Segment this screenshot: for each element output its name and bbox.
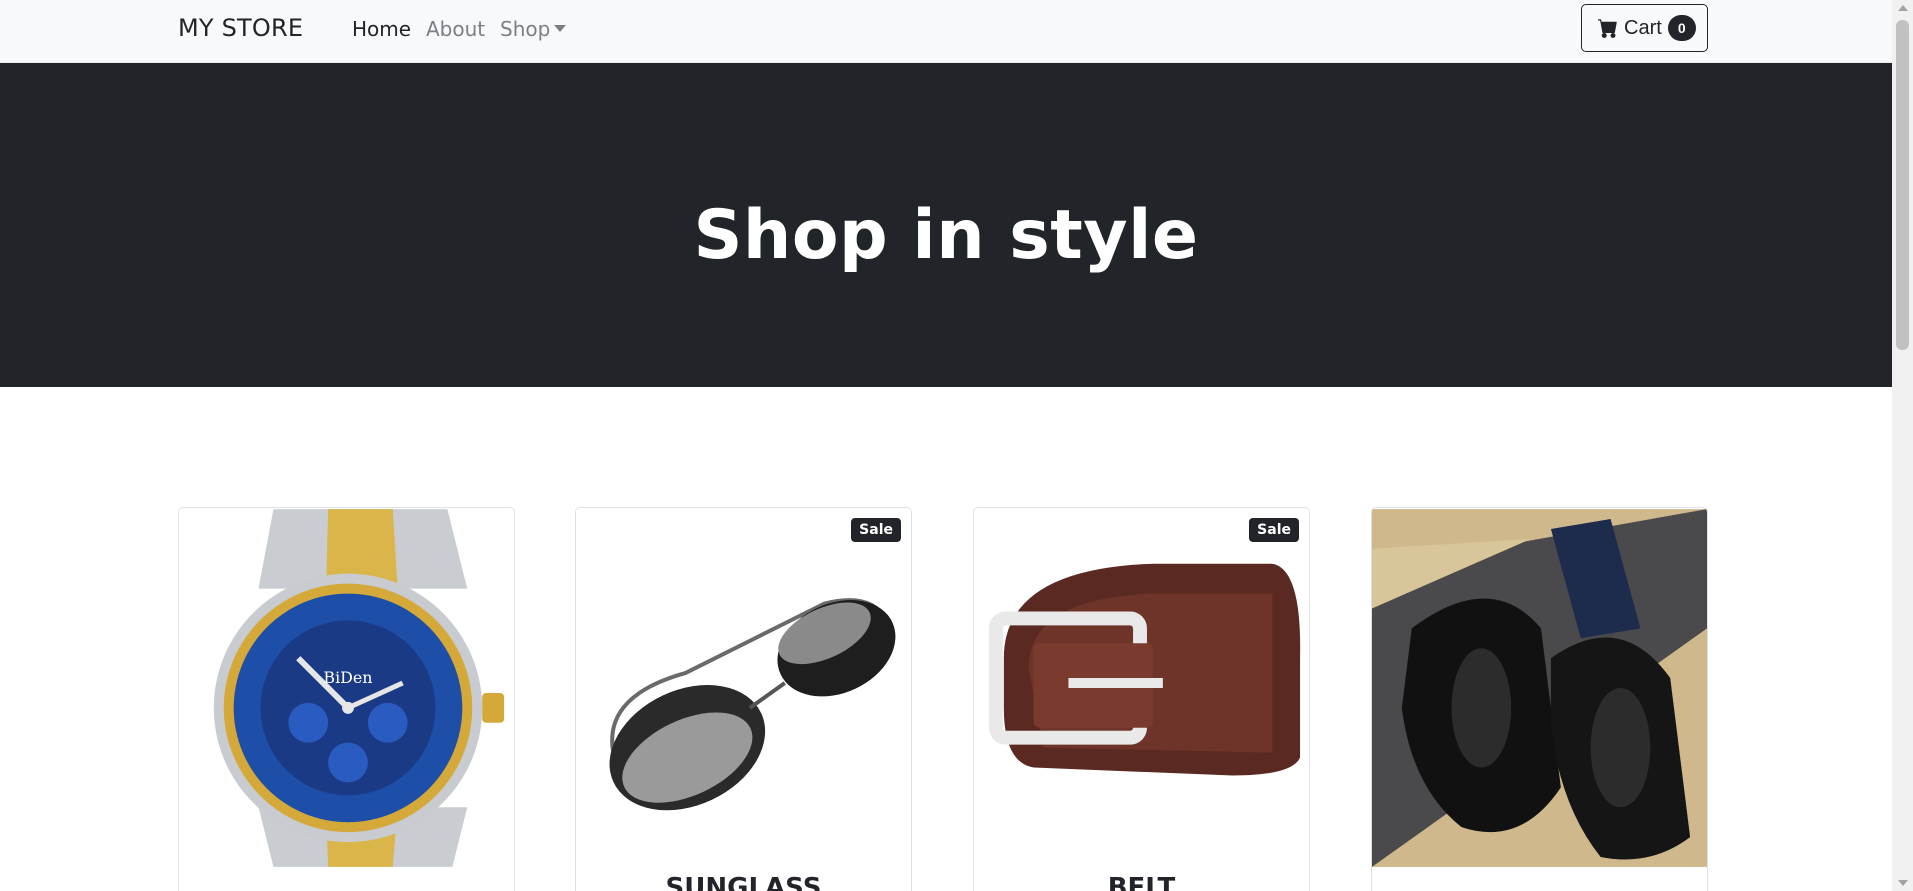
nav-link-about[interactable]: About — [426, 17, 485, 41]
product-card-watch[interactable]: BiDen — [178, 507, 515, 891]
cart-label: Cart — [1624, 16, 1662, 39]
page-scrollbar[interactable] — [1892, 0, 1913, 891]
nav-shop-label: Shop — [500, 17, 551, 41]
hero-title: Shop in style — [693, 195, 1199, 275]
product-card-sunglass[interactable]: Sale SUNGLASS — [575, 507, 912, 891]
navbar: MY STORE Home About Shop Cart 0 — [0, 0, 1892, 63]
watch-image: BiDen — [179, 509, 514, 867]
belt-image — [974, 509, 1309, 867]
svg-text:BiDen: BiDen — [323, 668, 372, 687]
hero-banner: Shop in style — [0, 63, 1892, 387]
brand-logo[interactable]: MY STORE — [178, 14, 303, 42]
sale-badge: Sale — [1249, 518, 1299, 542]
product-card-belt[interactable]: Sale BELT — [973, 507, 1310, 891]
scroll-down-icon[interactable] — [1898, 880, 1908, 886]
nav-link-home[interactable]: Home — [352, 17, 411, 41]
product-name[interactable]: BELT — [974, 873, 1309, 891]
product-name[interactable]: SUNGLASS — [576, 873, 911, 891]
cart-count-badge: 0 — [1667, 15, 1696, 41]
sale-badge: Sale — [851, 518, 901, 542]
shoes-image — [1372, 509, 1707, 867]
nav-dropdown-shop[interactable]: Shop — [500, 17, 567, 41]
cart-icon — [1598, 19, 1617, 38]
product-card-shoes[interactable] — [1371, 507, 1708, 891]
sunglasses-image — [576, 509, 911, 867]
chevron-down-icon — [554, 25, 567, 32]
scrollbar-thumb[interactable] — [1896, 20, 1909, 350]
cart-button[interactable]: Cart 0 — [1581, 4, 1708, 52]
scroll-up-icon[interactable] — [1898, 5, 1908, 11]
